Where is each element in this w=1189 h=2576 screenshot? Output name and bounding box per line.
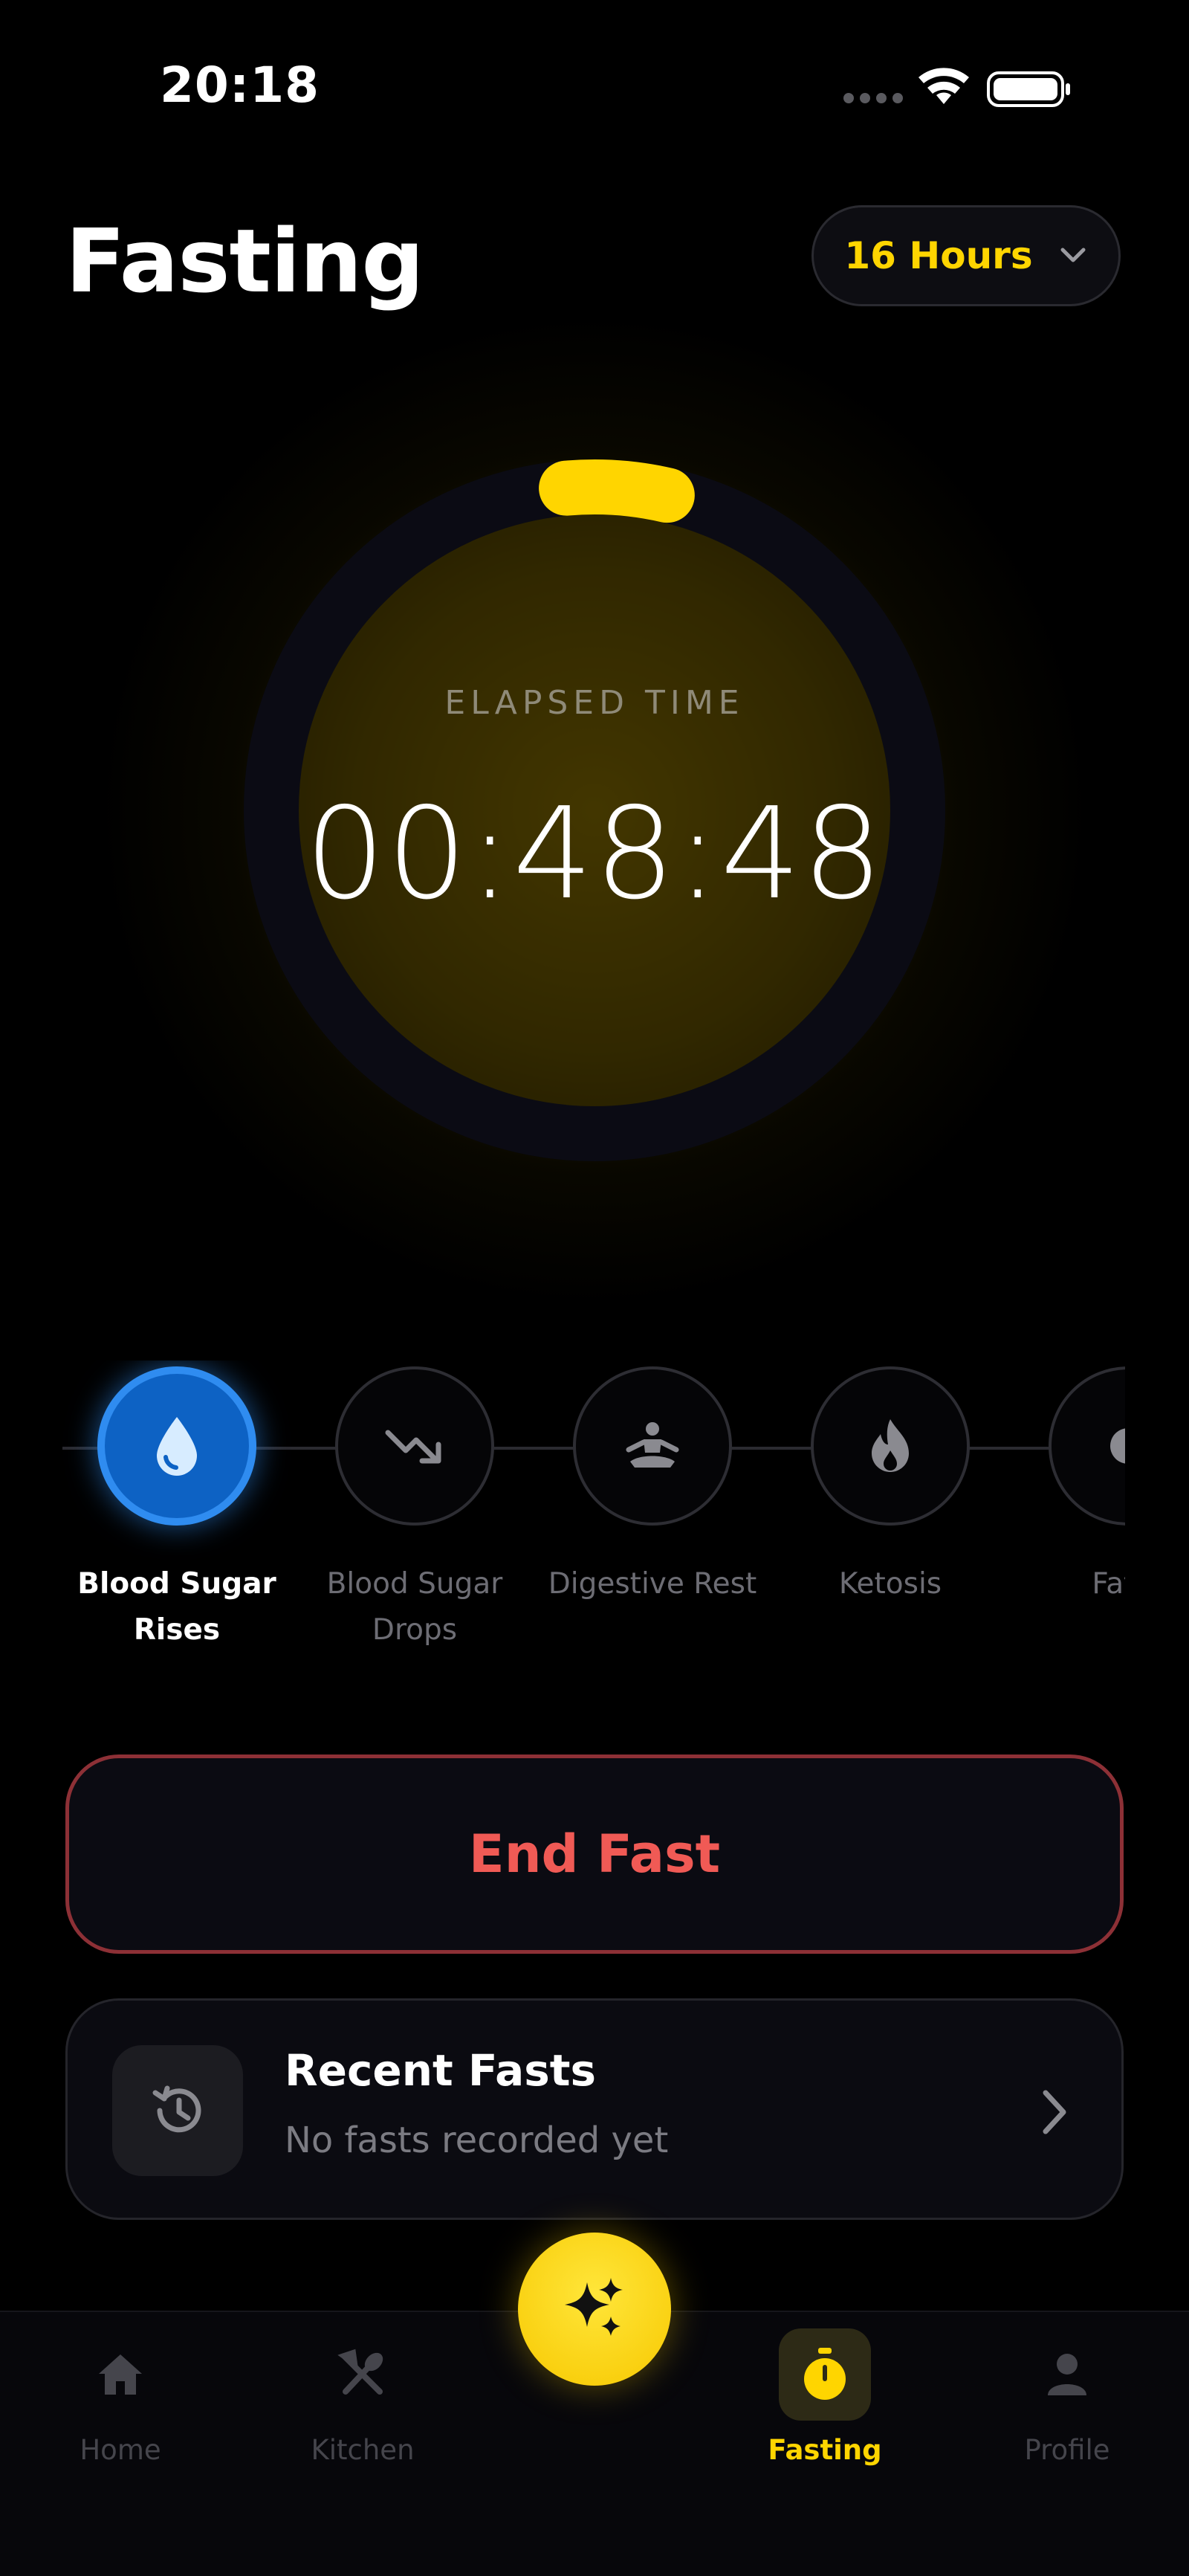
tab-label: Fasting — [768, 2434, 882, 2466]
stage-icon-circle — [97, 1366, 256, 1526]
stage-icon-circle — [811, 1366, 970, 1526]
tab-icon-wrap — [779, 2328, 871, 2421]
duration-label: 16 Hours — [844, 234, 1033, 277]
stage-label: Blood Sugar Drops — [326, 1567, 503, 1647]
fat-burn-icon — [1110, 1428, 1125, 1464]
stage-label: Fat B — [1092, 1567, 1125, 1601]
person-icon — [1048, 2354, 1086, 2395]
tab-icon-wrap — [74, 2328, 166, 2421]
status-icons — [843, 68, 1070, 107]
stage-blood-sugar-drops[interactable]: Blood Sugar Drops — [296, 1360, 534, 1653]
stage-blood-sugar-rises[interactable]: Blood Sugar Rises — [62, 1360, 296, 1653]
tab-icon-wrap — [1021, 2328, 1113, 2421]
tab-icon-wrap — [317, 2328, 409, 2421]
fasting-stages[interactable]: Blood Sugar Rises Blood Sugar Drops Digest… — [62, 1360, 1125, 1673]
tab-label: Kitchen — [311, 2434, 415, 2466]
tab-kitchen[interactable]: Kitchen — [251, 2312, 474, 2466]
history-icon — [152, 2085, 201, 2133]
signal-icon — [843, 93, 903, 103]
utensils-icon — [337, 2349, 383, 2395]
elapsed-label: ELAPSED TIME — [444, 684, 745, 722]
stopwatch-icon — [804, 2348, 846, 2400]
stage-label: Ketosis — [838, 1567, 942, 1601]
sparkles-icon — [565, 2278, 623, 2336]
battery-icon — [987, 71, 1070, 107]
meditation-icon — [626, 1422, 679, 1468]
ai-assistant-button[interactable] — [518, 2233, 671, 2386]
stage-label: Blood Sugar Rises — [77, 1567, 276, 1647]
recent-fasts-icon-tile — [112, 2045, 243, 2176]
stage-icon-circle — [573, 1366, 732, 1526]
status-time: 20:18 — [160, 57, 320, 114]
chevron-right-icon — [1043, 2090, 1066, 2134]
stage-icon-circle — [1049, 1366, 1125, 1526]
tab-home[interactable]: Home — [9, 2312, 232, 2466]
recent-fasts-subtitle: No fasts recorded yet — [285, 2120, 669, 2161]
tab-profile[interactable]: Profile — [956, 2312, 1179, 2466]
tab-label: Home — [80, 2434, 161, 2466]
recent-fasts-card[interactable]: Recent Fasts No fasts recorded yet — [65, 1998, 1124, 2220]
elapsed-time: 00:48:48 — [305, 781, 884, 928]
end-fast-button[interactable]: End Fast — [65, 1755, 1124, 1954]
end-fast-label: End Fast — [468, 1824, 721, 1885]
duration-dropdown[interactable]: 16 Hours — [811, 205, 1121, 306]
flame-icon — [872, 1419, 909, 1472]
home-icon — [99, 2354, 142, 2395]
stage-fat-burn[interactable]: Fat B — [1009, 1360, 1125, 1607]
recent-fasts-title: Recent Fasts — [285, 2045, 597, 2096]
chevron-down-icon — [1060, 248, 1086, 262]
wifi-icon — [919, 68, 969, 104]
stage-icon-circle — [335, 1366, 494, 1526]
tab-label: Profile — [1024, 2434, 1110, 2466]
stage-digestive-rest[interactable]: Digestive Rest — [534, 1360, 771, 1607]
trending-down-icon — [385, 1430, 441, 1464]
stage-ketosis[interactable]: Ketosis — [771, 1360, 1009, 1607]
water-drop-icon — [157, 1417, 197, 1476]
stage-label: Digestive Rest — [548, 1567, 757, 1601]
tab-fasting[interactable]: Fasting — [713, 2312, 936, 2466]
